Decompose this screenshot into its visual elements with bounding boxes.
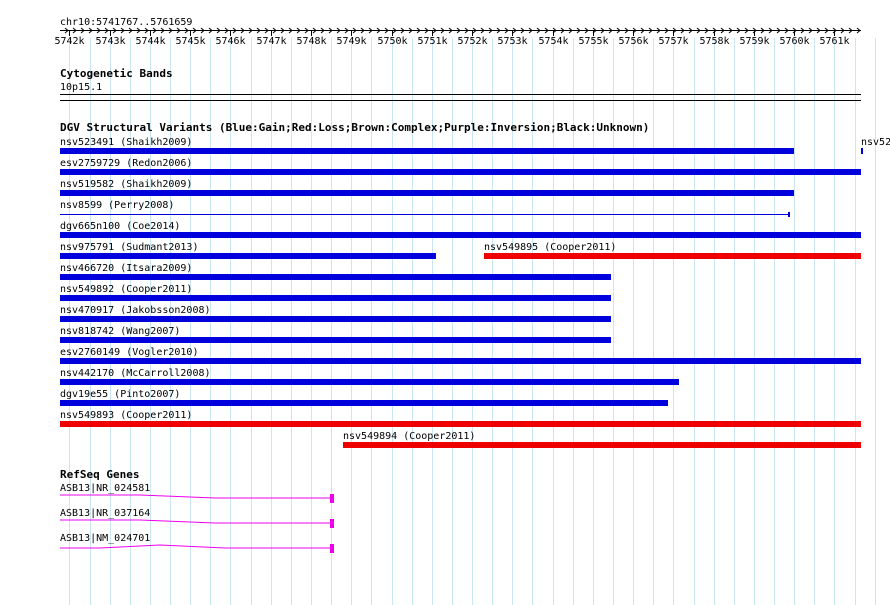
gene-label[interactable]: ASB13|NR_024581 — [60, 483, 150, 494]
variant-label[interactable]: nsv549893 (Cooper2011) — [60, 410, 192, 421]
ruler-tick-label: 5753k — [497, 36, 527, 47]
variant-label[interactable]: nsv523491 (Shaikh2009) — [60, 137, 192, 148]
cytoband-track: Cytogenetic Bands 10p15.1 — [60, 67, 861, 101]
variant-label[interactable]: dgv665n100 (Coe2014) — [60, 221, 180, 232]
ruler-tick-label: 5748k — [296, 36, 326, 47]
ruler-tick-label: 5760k — [779, 36, 809, 47]
ruler-tick-label: 5744k — [135, 36, 165, 47]
variant-end-mark[interactable] — [788, 212, 790, 217]
refseq-track: RefSeq Genes ASB13|NR_024581 ASB13|NR_037… — [60, 468, 334, 553]
variant-bar-gain[interactable] — [60, 316, 611, 322]
variant-bar-gain[interactable] — [60, 295, 611, 301]
variant-bar-gain[interactable] — [60, 148, 794, 154]
variant-bar-gain[interactable] — [60, 274, 611, 280]
ruler-tick-label: 5756k — [618, 36, 648, 47]
variant-bar-gain[interactable] — [60, 232, 861, 238]
dgv-track: DGV Structural Variants (Blue:Gain;Red:L… — [60, 121, 890, 448]
ruler-tick-label: 5755k — [578, 36, 608, 47]
gene-intron-line[interactable] — [60, 494, 330, 499]
ruler-tick-label: 5758k — [699, 36, 729, 47]
variant-label[interactable]: nsv818742 (Wang2007) — [60, 326, 180, 337]
ruler-tick-label: 5745k — [175, 36, 205, 47]
variant-label[interactable]: nsv975791 (Sudmant2013) — [60, 242, 198, 253]
ruler-tick-label: 5757k — [658, 36, 688, 47]
variant-label[interactable]: dgv19e55 (Pinto2007) — [60, 389, 180, 400]
variant-bar-gain[interactable] — [60, 379, 679, 385]
ruler-tick-label: 5759k — [739, 36, 769, 47]
variant-label[interactable]: nsv549895 (Cooper2011) — [484, 242, 616, 253]
variant-label[interactable]: nsv442170 (McCarroll2008) — [60, 368, 211, 379]
cytoband-track-title: Cytogenetic Bands — [60, 67, 173, 80]
variant-label[interactable]: esv2760149 (Vogler2010) — [60, 347, 198, 358]
variant-bar-gain[interactable] — [60, 400, 668, 406]
variant-bar-gain[interactable] — [60, 253, 436, 259]
variant-bar-gain[interactable] — [60, 190, 794, 196]
gene-intron-line[interactable] — [60, 519, 330, 524]
gene-exon[interactable] — [330, 494, 334, 503]
genome-browser-canvas: chr10:5741767..5761659 5742k 5743k 5744k 57… — [54, 17, 890, 605]
ruler-tick-label: 5747k — [256, 36, 286, 47]
dgv-track-title: DGV Structural Variants (Blue:Gain;Red:L… — [60, 121, 649, 134]
variant-label[interactable]: nsv549892 (Cooper2011) — [60, 284, 192, 295]
variant-bar-loss[interactable] — [60, 421, 861, 427]
variant-bar-loss[interactable] — [343, 442, 861, 448]
coordinate-ruler: chr10:5741767..5761659 5742k 5743k 5744k 57… — [54, 17, 861, 47]
ruler-tick-label: 5751k — [417, 36, 447, 47]
variant-label[interactable]: esv2759729 (Redon2006) — [60, 158, 192, 169]
ruler-tick-label: 5746k — [215, 36, 245, 47]
refseq-track-title: RefSeq Genes — [60, 468, 139, 481]
gene-label[interactable]: ASB13|NR_037164 — [60, 508, 150, 519]
variant-bar-gain[interactable] — [60, 358, 861, 364]
ruler-tick-label: 5743k — [95, 36, 125, 47]
variant-label[interactable]: nsv466720 (Itsara2009) — [60, 263, 192, 274]
variant-label[interactable]: nsv519582 (Shaikh2009) — [60, 179, 192, 190]
ruler-tick-label: 5754k — [538, 36, 568, 47]
variant-label[interactable]: nsv549894 (Cooper2011) — [343, 431, 475, 442]
variant-bar-loss[interactable] — [484, 253, 861, 259]
gene-exon[interactable] — [330, 544, 334, 553]
ruler-tick-label: 5761k — [819, 36, 849, 47]
variant-label[interactable]: nsv52 — [861, 137, 890, 148]
gene-intron-line[interactable] — [60, 544, 330, 549]
variant-bar-gain[interactable] — [861, 148, 863, 154]
cytoband-label: 10p15.1 — [60, 82, 102, 93]
ruler-tick-label: 5750k — [377, 36, 407, 47]
variant-bar-gain[interactable] — [60, 337, 611, 343]
gene-label[interactable]: ASB13|NM_024701 — [60, 533, 150, 544]
gene-exon[interactable] — [330, 519, 334, 528]
variant-label[interactable]: nsv8599 (Perry2008) — [60, 200, 174, 211]
variant-label[interactable]: nsv470917 (Jakobsson2008) — [60, 305, 211, 316]
coordinate-range-label: chr10:5741767..5761659 — [60, 17, 192, 28]
variant-bar-gain[interactable] — [60, 169, 861, 175]
ruler-tick-label: 5742k — [54, 36, 84, 47]
ruler-tick-label: 5752k — [457, 36, 487, 47]
ruler-tick-label: 5749k — [336, 36, 366, 47]
